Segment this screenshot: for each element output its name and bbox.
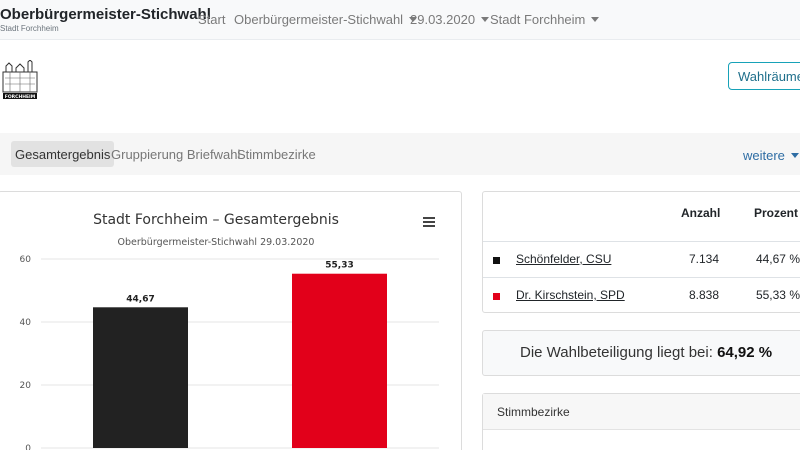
- party-color-swatch: [493, 257, 500, 264]
- tab-gesamtergebnis[interactable]: Gesamtergebnis: [11, 141, 115, 167]
- nav-item-election[interactable]: Oberbürgermeister-Stichwahl: [234, 12, 418, 27]
- table-row: Dr. Kirschstein, SPD 8.838 55,33 %: [483, 277, 800, 313]
- logo-text: FORCHHEIM: [5, 94, 36, 100]
- city-logo-icon: FORCHHEIM: [2, 60, 38, 100]
- votes-percent: 55,33 %: [755, 288, 800, 302]
- nav-item-area[interactable]: Stadt Forchheim: [490, 12, 600, 27]
- votes-percent: 44,67 %: [755, 252, 800, 266]
- bar[interactable]: [93, 307, 188, 448]
- table-row: Schönfelder, CSU 7.134 44,67 %: [483, 241, 800, 277]
- chart-card: Stadt Forchheim – Gesamtergebnis Oberbür…: [0, 191, 462, 450]
- results-bar-chart: Stadt Forchheim – Gesamtergebnis Oberbür…: [20, 212, 439, 450]
- wahlraeume-button[interactable]: Wahlräume: [728, 62, 800, 90]
- weitere-dropdown[interactable]: weitere: [743, 148, 799, 163]
- party-color-swatch: [493, 293, 500, 300]
- tab-bar: Gesamtergebnis Gruppierung Briefwahl Sti…: [0, 133, 800, 175]
- weitere-label: weitere: [743, 148, 785, 163]
- chart-title: Stadt Forchheim – Gesamtergebnis: [93, 212, 339, 228]
- col-header-anzahl: Anzahl: [681, 206, 721, 220]
- nav-item-start[interactable]: Start: [198, 12, 225, 27]
- votes-count: 7.134: [688, 252, 719, 266]
- tab-stimmbezirke[interactable]: Stimmbezirke: [233, 141, 320, 167]
- caret-down-icon: [591, 17, 600, 22]
- top-navbar: Oberbürgermeister-Stichwahl Stadt Forchh…: [0, 0, 800, 40]
- brand[interactable]: Oberbürgermeister-Stichwahl Stadt Forchh…: [0, 6, 211, 33]
- turnout-text: Die Wahlbeteiligung liegt bei:: [520, 344, 713, 361]
- nav-item-label: Start: [198, 12, 226, 27]
- tab-gruppierung-briefwahl[interactable]: Gruppierung Briefwahl: [107, 141, 244, 167]
- nav-item-label: 29.03.2020: [410, 12, 476, 27]
- chart-subtitle: Oberbürgermeister-Stichwahl 29.03.2020: [118, 237, 315, 248]
- caret-down-icon: [481, 17, 490, 22]
- nav-item-label: Oberbürgermeister-Stichwahl: [234, 12, 404, 27]
- stimmbezirke-header[interactable]: Stimmbezirke: [483, 394, 800, 430]
- brand-subtitle: Stadt Forchheim: [0, 24, 59, 33]
- turnout-box: Die Wahlbeteiligung liegt bei: 64,92 %: [482, 330, 800, 376]
- y-tick-label: 60: [20, 255, 32, 265]
- results-table: Anzahl Prozent Schönfelder, CSU 7.134 44…: [482, 191, 800, 313]
- bar-data-label: 55,33: [325, 261, 353, 271]
- bar-data-label: 44,67: [126, 294, 154, 304]
- candidate-link[interactable]: Dr. Kirschstein, SPD: [516, 288, 625, 302]
- nav-item-label: Stadt Forchheim: [490, 12, 586, 27]
- stimmbezirke-card: Stimmbezirke: [482, 393, 800, 450]
- y-tick-label: 0: [25, 444, 31, 450]
- bar[interactable]: [292, 273, 387, 448]
- col-header-prozent: Prozent: [754, 206, 799, 220]
- y-tick-label: 20: [20, 381, 32, 391]
- turnout-value: 64,92 %: [717, 344, 773, 361]
- brand-title[interactable]: Oberbürgermeister-Stichwahl: [0, 6, 211, 23]
- y-tick-label: 40: [20, 318, 32, 328]
- votes-count: 8.838: [688, 288, 719, 302]
- caret-down-icon: [790, 153, 799, 158]
- candidate-link[interactable]: Schönfelder, CSU: [516, 252, 611, 266]
- chart-menu-icon[interactable]: [423, 217, 435, 227]
- nav-item-date[interactable]: 29.03.2020: [410, 12, 490, 27]
